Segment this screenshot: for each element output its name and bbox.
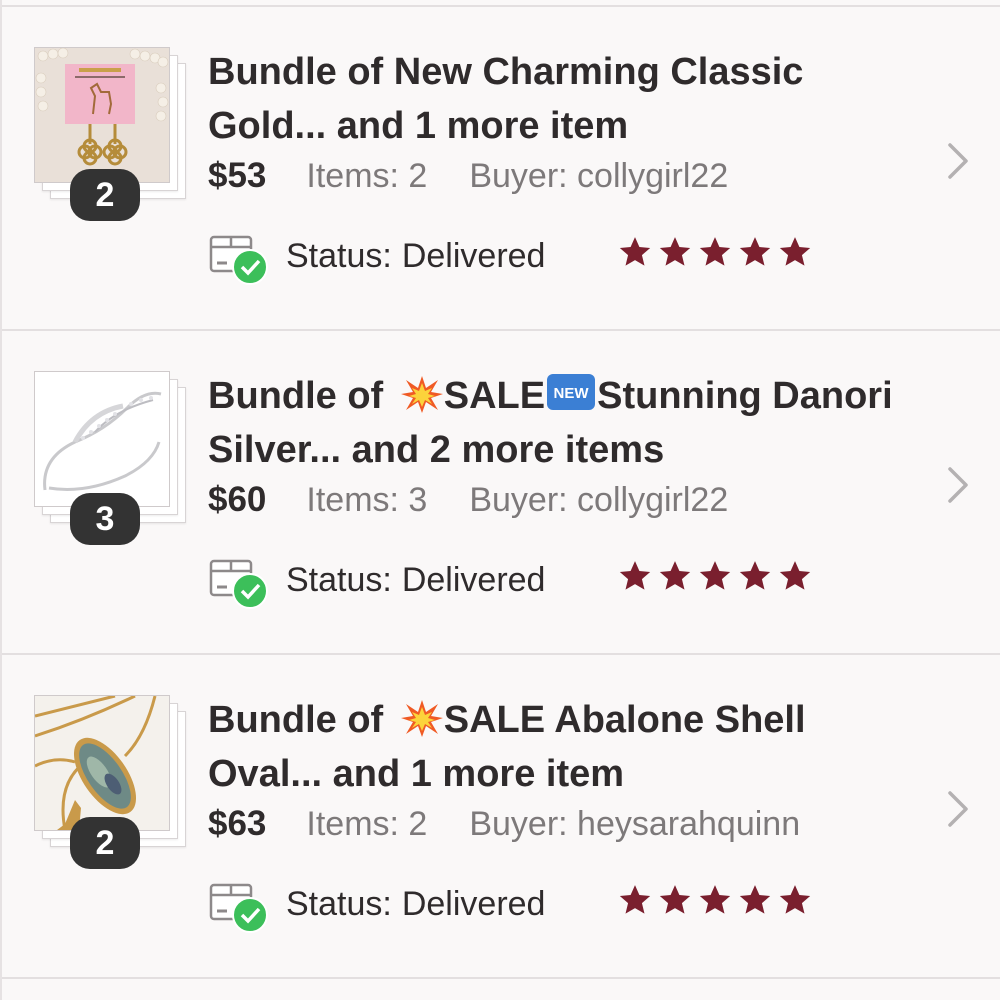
star-icon — [659, 561, 691, 590]
rating-stars — [618, 235, 818, 275]
chevron-right-icon[interactable] — [940, 465, 976, 505]
title-rest: Stunning Danori — [597, 375, 893, 417]
package-delivered-icon — [209, 883, 268, 933]
title-prefix: Bundle of — [208, 699, 394, 741]
rating-stars — [618, 883, 818, 923]
rating-stars — [618, 559, 818, 599]
order-title: Bundle of New Charming Classic Gold... a… — [208, 45, 928, 153]
bundle-count-badge: 2 — [70, 817, 140, 869]
order-title: Bundle of SALE Abalone Shell Oval... and… — [208, 693, 928, 801]
abalone-necklace-image — [34, 695, 170, 831]
silver-bangle-image — [34, 371, 170, 507]
order-buyer: Buyer: heysarahquinn — [469, 805, 801, 843]
order-item-count: Items: 2 — [306, 157, 428, 195]
title-prefix: Bundle of — [208, 375, 394, 417]
order-title-line2: Oval... and 1 more item — [208, 753, 625, 795]
star-icon — [739, 237, 771, 266]
star-icon — [699, 561, 731, 590]
top-divider — [2, 0, 1000, 7]
bundle-count-badge: 2 — [70, 169, 140, 221]
order-buyer: Buyer: collygirl22 — [469, 157, 729, 195]
star-icon — [739, 561, 771, 590]
star-icon — [619, 561, 651, 590]
order-row-1[interactable]: 2 Bundle of New Charming Classic Gold...… — [2, 7, 1000, 331]
order-meta: $63 Items: 2 Buyer: heysarahquinn — [208, 799, 800, 849]
order-title-line2: Silver... and 2 more items — [208, 429, 665, 471]
order-title: Bundle of SALE NEW Stunning Danori Silve… — [208, 369, 928, 477]
star-icon — [659, 237, 691, 266]
order-title-line1: Bundle of SALE Abalone Shell — [208, 693, 928, 747]
package-delivered-icon — [209, 235, 268, 285]
star-icon — [659, 885, 691, 914]
chevron-right-icon[interactable] — [940, 141, 976, 181]
gold-earrings-image — [34, 47, 170, 183]
bundle-thumbnail-stack: 2 — [32, 693, 192, 869]
star-icon — [779, 885, 811, 914]
chevron-right-icon[interactable] — [940, 789, 976, 829]
order-meta: $53 Items: 2 Buyer: collygirl22 — [208, 151, 728, 201]
status-value: Delivered — [401, 885, 546, 923]
order-row-2[interactable]: 3 Bundle of SALE NEW Stunning Danori Sil… — [2, 331, 1000, 655]
order-status: Status: Delivered — [286, 233, 545, 279]
collision-emoji-icon — [400, 700, 443, 737]
order-item-count: Items: 3 — [306, 481, 428, 519]
order-meta: $60 Items: 3 Buyer: collygirl22 — [208, 475, 728, 525]
star-icon — [619, 237, 651, 266]
package-delivered-icon — [209, 559, 268, 609]
new-button-emoji-icon: NEW — [547, 374, 596, 410]
star-icon — [739, 885, 771, 914]
star-icon — [779, 561, 811, 590]
status-value: Delivered — [401, 237, 546, 275]
order-row-3[interactable]: 2 Bundle of SALE Abalone Shell Oval... a… — [2, 655, 1000, 979]
order-title-line1: Bundle of New Charming Classic — [208, 51, 804, 93]
star-icon — [699, 885, 731, 914]
star-icon — [619, 885, 651, 914]
orders-list-page: 2 Bundle of New Charming Classic Gold...… — [0, 0, 1000, 1000]
bundle-thumbnail-stack: 2 — [32, 45, 192, 221]
order-status: Status: Delivered — [286, 557, 545, 603]
star-icon — [779, 237, 811, 266]
bundle-thumbnail-stack: 3 — [32, 369, 192, 545]
status-value: Delivered — [401, 561, 546, 599]
order-title-line1: Bundle of SALE NEW Stunning Danori — [208, 369, 928, 423]
status-label: Status: — [286, 561, 392, 599]
order-price: $53 — [208, 156, 267, 195]
bundle-count-badge: 3 — [70, 493, 140, 545]
svg-text:NEW: NEW — [554, 385, 590, 402]
order-item-count: Items: 2 — [306, 805, 428, 843]
collision-emoji-icon — [400, 376, 443, 413]
status-label: Status: — [286, 237, 392, 275]
status-label: Status: — [286, 885, 392, 923]
order-title-line2: Gold... and 1 more item — [208, 105, 629, 147]
order-price: $63 — [208, 804, 267, 843]
order-buyer: Buyer: collygirl22 — [469, 481, 729, 519]
order-price: $60 — [208, 480, 267, 519]
title-sale: SALE — [443, 375, 546, 417]
title-rest: SALE Abalone Shell — [443, 699, 806, 741]
star-icon — [699, 237, 731, 266]
order-status: Status: Delivered — [286, 881, 545, 927]
